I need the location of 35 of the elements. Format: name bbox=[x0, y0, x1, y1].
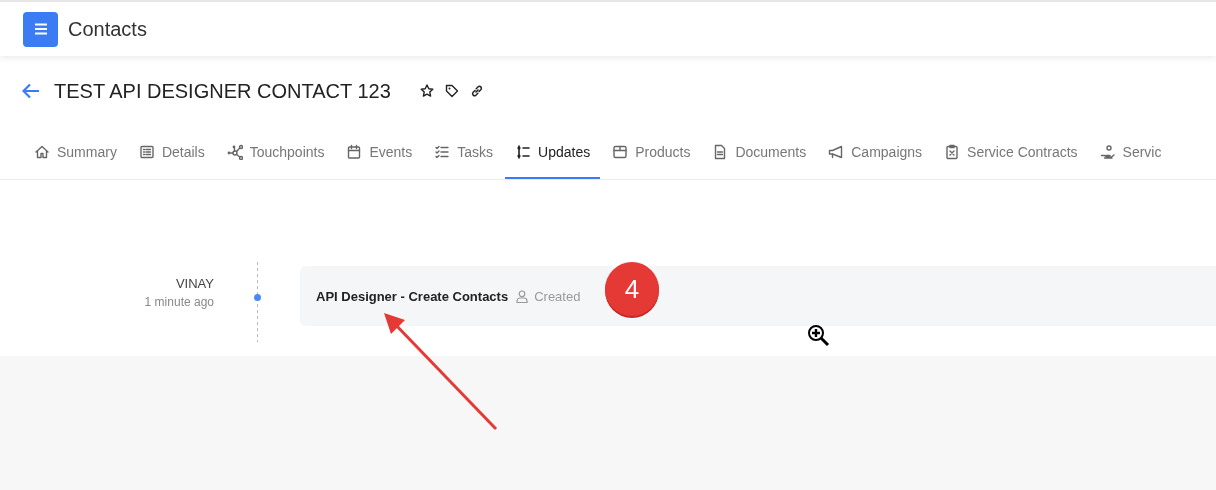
action-label: Created bbox=[534, 288, 581, 304]
hand-icon bbox=[1099, 144, 1116, 160]
network-icon bbox=[226, 144, 243, 160]
home-icon bbox=[34, 144, 50, 160]
timestamp: 1 minute ago bbox=[144, 295, 214, 309]
megaphone-icon bbox=[828, 144, 845, 160]
back-arrow-icon[interactable] bbox=[22, 83, 40, 99]
star-icon[interactable] bbox=[419, 84, 434, 98]
list-icon bbox=[138, 144, 155, 160]
link-icon[interactable] bbox=[469, 84, 484, 98]
tab[interactable]: Touchpoints bbox=[216, 127, 335, 179]
checklist-icon bbox=[434, 144, 451, 160]
tag-icon[interactable] bbox=[444, 84, 459, 98]
tab[interactable]: Tasks bbox=[424, 127, 504, 179]
tab[interactable]: Details bbox=[128, 127, 215, 179]
tab[interactable]: Service Contracts bbox=[934, 127, 1088, 179]
box-icon bbox=[612, 144, 629, 160]
timeline-dot bbox=[253, 294, 261, 301]
calendar-icon bbox=[346, 144, 363, 160]
update-title: API Designer - Create Contacts bbox=[316, 288, 509, 304]
tab[interactable]: Documents bbox=[702, 127, 817, 179]
tab[interactable]: Events bbox=[336, 127, 423, 179]
menu-button[interactable] bbox=[23, 11, 58, 47]
user-icon bbox=[516, 289, 529, 303]
menu-icon bbox=[33, 23, 48, 35]
tab[interactable]: Products bbox=[602, 127, 701, 179]
record-title: TEST API DESIGNER CONTACT 123 bbox=[54, 79, 391, 103]
app-title: Contacts bbox=[68, 17, 147, 41]
tab[interactable]: Campaigns bbox=[818, 127, 933, 179]
tab[interactable]: Updates bbox=[505, 127, 601, 179]
author-name: VINAY bbox=[175, 276, 214, 291]
tab[interactable]: Summary bbox=[24, 127, 127, 179]
tab[interactable]: Servic bbox=[1089, 127, 1172, 179]
clipboard-icon bbox=[944, 144, 961, 160]
timeline-icon bbox=[515, 144, 532, 160]
